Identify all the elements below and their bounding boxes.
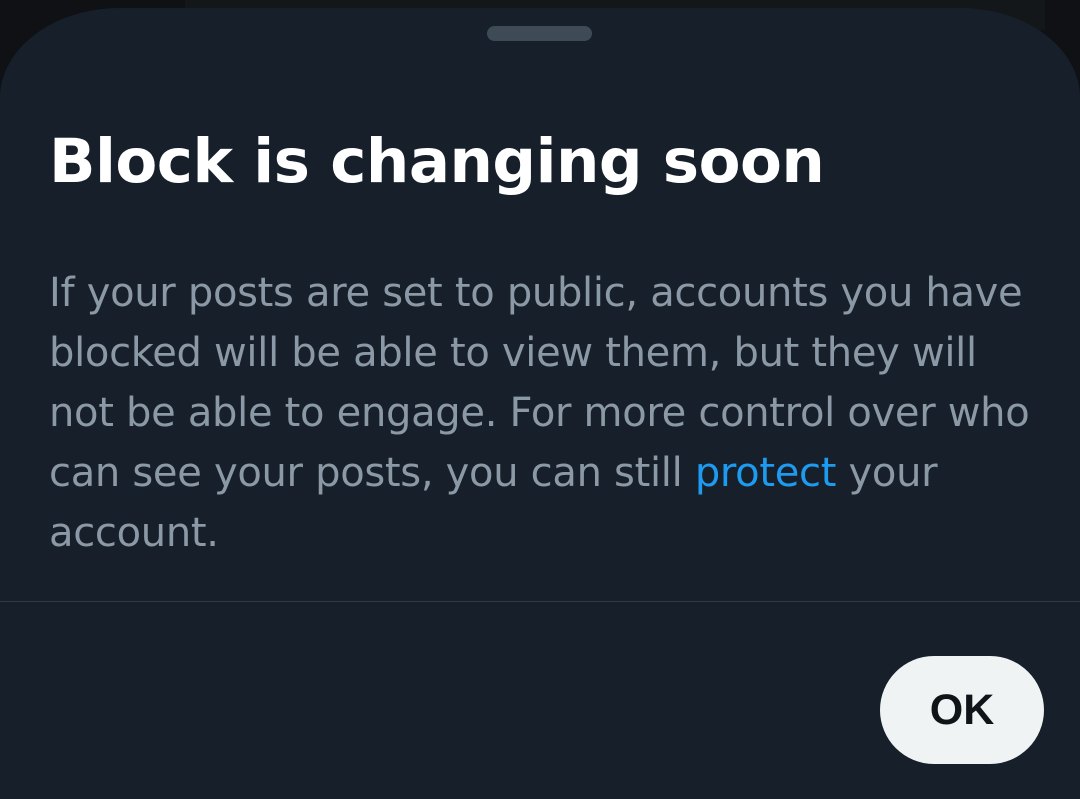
dialog-body: If your posts are set to public, account… — [49, 263, 1039, 563]
divider — [0, 601, 1080, 602]
dialog-title: Block is changing soon — [49, 126, 825, 197]
drag-handle[interactable] — [487, 26, 592, 41]
bottom-sheet-dialog: Block is changing soon If your posts are… — [0, 8, 1080, 799]
protect-account-link[interactable]: protect — [695, 450, 837, 496]
ok-button[interactable]: OK — [880, 656, 1044, 764]
